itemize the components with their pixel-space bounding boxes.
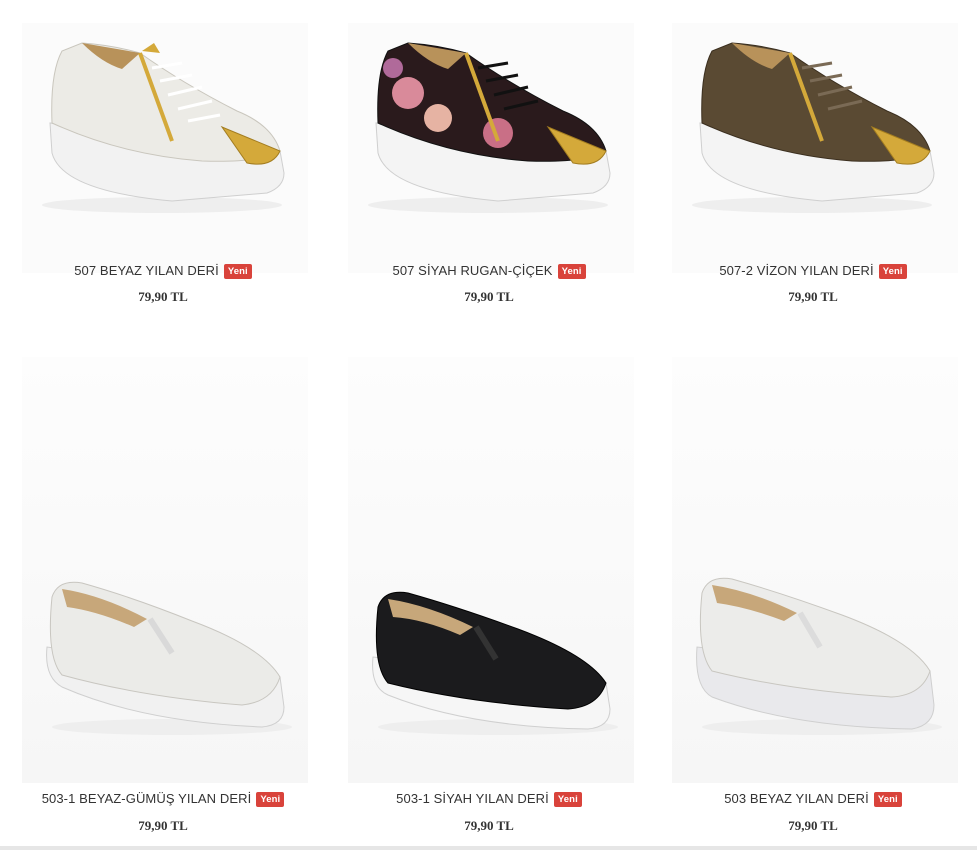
sneaker-illustration [692, 42, 935, 213]
sneaker-illustration [368, 42, 611, 213]
product-image[interactable] [672, 357, 958, 783]
new-badge: Yeni [223, 264, 252, 279]
product-name-line[interactable]: 507 BEYAZ YILAN DERİ Yeni [0, 263, 326, 279]
new-badge: Yeni [256, 792, 285, 807]
product-name[interactable]: 507-2 VİZON YILAN DERİ [719, 263, 873, 278]
new-badge: Yeni [873, 792, 902, 807]
footer-divider [0, 846, 977, 850]
slip-on-illustration [372, 591, 618, 735]
product-image[interactable] [22, 23, 308, 273]
product-price: 79,90 TL [464, 818, 514, 833]
new-badge: Yeni [557, 264, 586, 279]
sneaker-illustration [42, 42, 285, 213]
product-name[interactable]: 507 BEYAZ YILAN DERİ [74, 263, 219, 278]
product-name-line[interactable]: 503-1 SİYAH YILAN DERİ Yeni [326, 791, 652, 807]
product-price: 79,90 TL [138, 818, 188, 833]
product-image[interactable] [672, 23, 958, 273]
product-name[interactable]: 507 SİYAH RUGAN-ÇİÇEK [392, 263, 552, 278]
slip-on-illustration [46, 581, 292, 735]
product-price: 79,90 TL [788, 818, 838, 833]
product-name[interactable]: 503-1 BEYAZ-GÜMÜŞ YILAN DERİ [42, 791, 252, 806]
new-badge: Yeni [878, 264, 907, 279]
product-image[interactable] [348, 357, 634, 783]
product-name[interactable]: 503 BEYAZ YILAN DERİ [724, 791, 869, 806]
product-price: 79,90 TL [138, 289, 188, 304]
product-name-line[interactable]: 507-2 VİZON YILAN DERİ Yeni [650, 263, 976, 279]
product-image[interactable] [348, 23, 634, 273]
product-name-line[interactable]: 503 BEYAZ YILAN DERİ Yeni [650, 791, 976, 807]
product-image[interactable] [22, 357, 308, 783]
product-name[interactable]: 503-1 SİYAH YILAN DERİ [396, 791, 549, 806]
product-price: 79,90 TL [788, 289, 838, 304]
product-name-line[interactable]: 507 SİYAH RUGAN-ÇİÇEK Yeni [326, 263, 652, 279]
product-name-line[interactable]: 503-1 BEYAZ-GÜMÜŞ YILAN DERİ Yeni [0, 791, 326, 807]
slip-on-illustration [696, 577, 942, 735]
product-price: 79,90 TL [464, 289, 514, 304]
new-badge: Yeni [553, 792, 582, 807]
